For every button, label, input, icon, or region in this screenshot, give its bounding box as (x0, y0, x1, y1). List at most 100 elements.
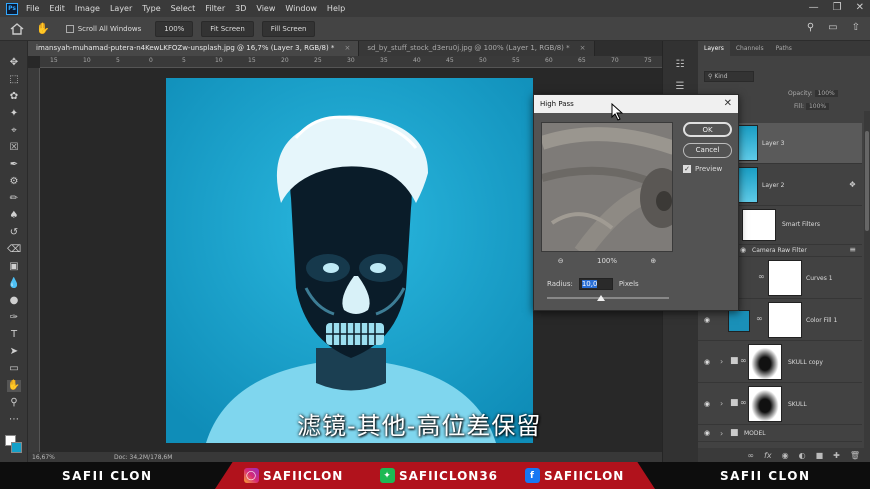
radius-slider-thumb[interactable] (596, 295, 605, 301)
dialog-title-bar[interactable]: High Pass ✕ (534, 95, 738, 113)
close-window-icon[interactable]: ✕ (856, 2, 864, 13)
close-tab-icon[interactable]: × (580, 44, 586, 52)
chevron-right-icon[interactable]: › (720, 357, 723, 366)
minimize-icon[interactable]: — (809, 2, 819, 13)
blur-tool-icon[interactable]: 💧 (7, 278, 21, 290)
instagram-handle[interactable]: ◯ SAFIICLON (244, 468, 343, 483)
cancel-button[interactable]: Cancel (683, 143, 732, 158)
zoom-value-button[interactable]: 100% (155, 20, 194, 37)
menu-view[interactable]: View (256, 4, 275, 13)
gradient-tool-icon[interactable]: ▣ (7, 261, 21, 273)
preview-checkbox[interactable]: ✓ Preview (683, 165, 722, 173)
menu-select[interactable]: Select (171, 4, 196, 13)
eyedropper-tool-icon[interactable]: ✒ (7, 159, 21, 171)
visibility-eye-icon[interactable]: ◉ (704, 316, 710, 324)
tab-layers[interactable]: Layers (698, 41, 730, 56)
tab-paths[interactable]: Paths (770, 41, 798, 56)
fit-screen-button[interactable]: Fit Screen (201, 20, 254, 37)
horizontal-ruler[interactable]: 15 10 5 0 5 10 15 20 25 30 35 40 45 50 55 60 65 70 75 (40, 56, 662, 68)
ruler-tick-label: 5 (116, 57, 120, 64)
menu-help[interactable]: Help (327, 4, 345, 13)
scroll-all-windows-checkbox[interactable]: Scroll All Windows (65, 24, 141, 33)
background-color-swatch[interactable] (11, 442, 22, 453)
facebook-handle[interactable]: f SAFIICLON (525, 468, 624, 483)
menu-image[interactable]: Image (75, 4, 100, 13)
new-layer-icon[interactable]: ✚ (833, 451, 840, 460)
healing-brush-tool-icon[interactable]: ⚙ (7, 176, 21, 188)
visibility-eye-icon[interactable]: ◉ (704, 358, 710, 366)
dialog-close-icon[interactable]: ✕ (724, 95, 732, 113)
layer-row-skull[interactable]: ◉ › ■ ∞ SKULL (698, 384, 862, 425)
zoom-in-icon[interactable]: ⊕ (650, 257, 656, 265)
zoom-out-icon[interactable]: ⊖ (558, 257, 564, 265)
history-brush-tool-icon[interactable]: ↺ (7, 227, 21, 239)
type-tool-icon[interactable]: T (7, 329, 21, 341)
history-panel-icon[interactable]: ☷ (673, 59, 687, 71)
pen-tool-icon[interactable]: ✑ (7, 312, 21, 324)
menu-edit[interactable]: Edit (49, 4, 65, 13)
hand-tool-icon[interactable]: ✋ (36, 22, 50, 35)
tab-document-1[interactable]: imansyah-muhamad-putera-n4KewLKFOZw-unsp… (28, 41, 360, 56)
menu-window[interactable]: Window (285, 4, 317, 13)
layer-style-icon[interactable]: fx (764, 451, 772, 460)
radius-slider[interactable] (547, 295, 669, 301)
menu-type[interactable]: Type (142, 4, 160, 13)
vertical-ruler[interactable] (28, 68, 40, 452)
adjustment-layer-icon[interactable]: ◐ (799, 451, 806, 460)
delete-layer-icon[interactable]: 🗑 (850, 451, 860, 460)
layers-scrollbar[interactable] (864, 111, 870, 451)
layer-row-model[interactable]: ◉ › ■ MODEL (698, 426, 862, 442)
workspace-icon[interactable]: ▭ (828, 22, 837, 33)
layer-kind-filter[interactable]: ⚲ Kind (704, 71, 754, 82)
frame-tool-icon[interactable]: ☒ (7, 142, 21, 154)
radius-input[interactable]: 10,0 (578, 278, 613, 290)
more-tools-icon[interactable]: ⋯ (7, 414, 21, 426)
filter-preview[interactable] (541, 122, 673, 252)
path-select-tool-icon[interactable]: ➤ (7, 346, 21, 358)
move-tool-icon[interactable]: ✥ (7, 57, 21, 69)
ruler-tick-label: 0 (149, 57, 153, 64)
tab-document-2[interactable]: sd_by_stuff_stock_d3eru0j.jpg @ 100% (La… (359, 41, 595, 56)
status-zoom[interactable]: 16,67% (32, 454, 72, 461)
rectangle-tool-icon[interactable]: ▭ (7, 363, 21, 375)
tab-channels[interactable]: Channels (730, 41, 770, 56)
tiktok-handle[interactable]: ✦ SAFIICLON36 (380, 468, 498, 483)
lasso-tool-icon[interactable]: ✿ (7, 91, 21, 103)
video-subtitle: 滤镜-其他-高位差保留 (297, 412, 542, 440)
home-icon[interactable] (10, 22, 24, 35)
crop-tool-icon[interactable]: ⌖ (7, 125, 21, 137)
clone-stamp-tool-icon[interactable]: ♠ (7, 210, 21, 222)
fill-screen-button[interactable]: Fill Screen (261, 20, 316, 37)
eraser-tool-icon[interactable]: ⌫ (7, 244, 21, 256)
brush-tool-icon[interactable]: ✏ (7, 193, 21, 205)
menu-filter[interactable]: Filter (205, 4, 225, 13)
layer-row-skull-copy[interactable]: ◉ › ■ ∞ SKULL copy (698, 342, 862, 383)
scrollbar-thumb[interactable] (865, 131, 869, 231)
restore-icon[interactable]: ❐ (833, 2, 842, 13)
ok-button[interactable]: OK (683, 122, 732, 137)
new-group-icon[interactable]: ■ (816, 451, 824, 460)
hand-tool-icon-active[interactable]: ✋ (7, 380, 21, 392)
opacity-input[interactable]: 100% (814, 90, 838, 97)
filter-options-icon[interactable]: ≡ (849, 245, 856, 254)
close-tab-icon[interactable]: × (344, 44, 350, 52)
dodge-tool-icon[interactable]: ● (7, 295, 21, 307)
ruler-tick-label: 50 (479, 57, 487, 64)
zoom-tool-icon[interactable]: ⚲ (7, 397, 21, 409)
chevron-right-icon[interactable]: › (720, 429, 723, 438)
chevron-right-icon[interactable]: › (720, 399, 723, 408)
add-mask-icon[interactable]: ◉ (782, 451, 789, 460)
marquee-tool-icon[interactable]: ⬚ (7, 74, 21, 86)
visibility-eye-icon[interactable]: ◉ (740, 246, 746, 254)
menu-file[interactable]: File (26, 4, 39, 13)
link-layers-icon[interactable]: ∞ (747, 451, 754, 460)
fill-input[interactable]: 100% (805, 103, 830, 110)
menu-layer[interactable]: Layer (110, 4, 132, 13)
share-icon[interactable]: ⇧ (852, 22, 860, 33)
properties-panel-icon[interactable]: ☰ (673, 81, 687, 93)
visibility-eye-icon[interactable]: ◉ (704, 429, 710, 437)
visibility-eye-icon[interactable]: ◉ (704, 400, 710, 408)
search-icon[interactable]: ⚲ (807, 22, 814, 33)
menu-3d[interactable]: 3D (235, 4, 246, 13)
quick-select-tool-icon[interactable]: ✦ (7, 108, 21, 120)
